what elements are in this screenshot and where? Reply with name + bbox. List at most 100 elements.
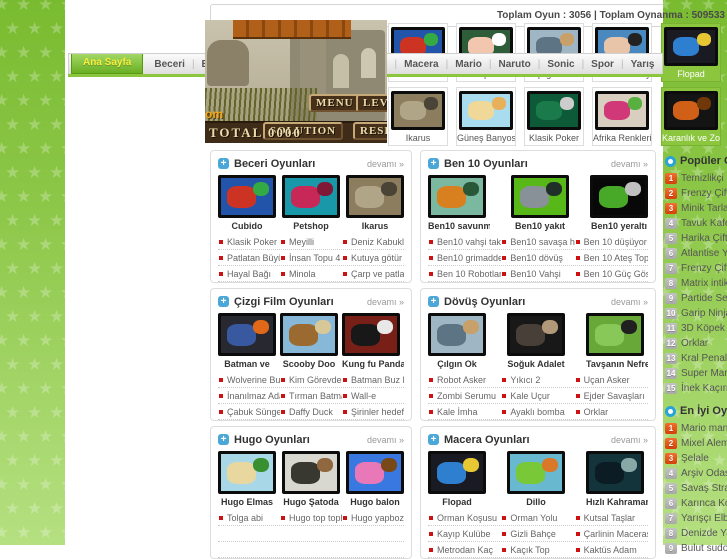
nav-item-macera[interactable]: Macera	[397, 59, 445, 70]
nav-item-spor[interactable]: Spor	[584, 59, 621, 70]
popular-games-item[interactable]: 8 Matrix intikam o	[665, 276, 727, 291]
popular-games-item[interactable]: 2 Frenzy Çiftliği o	[665, 186, 727, 201]
game-link[interactable]: Kaçık Top	[501, 545, 574, 555]
game-card[interactable]: Batman ve	[218, 313, 276, 369]
game-link[interactable]: Tırman Batman	[280, 391, 342, 401]
game-link[interactable]: Hugo top topla	[280, 513, 342, 523]
game-link[interactable]: Hugo yapboz oyu	[342, 513, 404, 523]
game-link[interactable]: Wolverine Bul ve	[218, 375, 280, 385]
game-link[interactable]: Ben 10 Robotlara	[428, 269, 501, 279]
game-preview-image[interactable]: MENU LEVELS SOLUTION RESET TOTAL 0000 om	[205, 20, 387, 143]
game-link[interactable]: Ben10 vahşi takip	[428, 237, 501, 247]
game-link[interactable]: Gizli Bahçe	[501, 529, 574, 539]
game-link[interactable]: Ben10 grimadde	[428, 253, 501, 263]
popular-games-item[interactable]: 7 Frenzy Çiftliği 3	[665, 261, 727, 276]
game-link[interactable]: Çabuk Süngerbob	[218, 407, 280, 417]
popular-games-item[interactable]: 14 Super Mario Yıl	[665, 366, 727, 381]
game-card[interactable]: Flopad	[428, 451, 486, 507]
game-link[interactable]: Ben 10 düşüyor	[575, 237, 648, 247]
game-card[interactable]: Ben10 yakıt	[511, 175, 569, 231]
game-link[interactable]: Deniz Kabukları	[342, 237, 404, 247]
best-games-item[interactable]: 6 Karınca Koru	[665, 496, 727, 511]
game-link[interactable]: Orman Koşusu	[428, 513, 501, 523]
game-link[interactable]: Kutuya götür	[342, 253, 404, 263]
game-card[interactable]: Tavşanın Nefreti	[586, 313, 648, 369]
game-card[interactable]: Hugo Şatoda	[282, 451, 340, 507]
game-card[interactable]: Petshop	[282, 175, 340, 231]
more-link[interactable]: devamı »	[611, 435, 648, 445]
best-games-item[interactable]: 3 Şelale	[665, 451, 727, 466]
more-link[interactable]: devamı »	[367, 159, 404, 169]
popular-games-item[interactable]: 5 Harika Çiftçilik	[665, 231, 727, 246]
nav-item-ana-sayfa[interactable]: Ana Sayfa	[71, 54, 144, 74]
game-link[interactable]: Meyilli	[280, 237, 342, 247]
game-link[interactable]: Kayıp Kulübe	[428, 529, 501, 539]
game-card[interactable]: Scooby Doo	[280, 313, 338, 369]
more-link[interactable]: devamı »	[367, 297, 404, 307]
game-link[interactable]: Wall-e	[342, 391, 404, 401]
game-card[interactable]: Cubido	[218, 175, 276, 231]
game-link[interactable]: Minola	[280, 269, 342, 279]
game-link[interactable]: Tolga abi	[218, 513, 280, 523]
game-link[interactable]: Kale Uçur	[501, 391, 574, 401]
game-link[interactable]: Ben10 dövüş	[501, 253, 574, 263]
strip-game-cell[interactable]: Afrika Renkleri	[592, 87, 652, 146]
more-link[interactable]: devamı »	[611, 159, 648, 169]
game-card[interactable]: Dillo	[507, 451, 565, 507]
best-games-item[interactable]: 4 Arşiv Odası	[665, 466, 727, 481]
game-link[interactable]: Şirinler hedefte	[342, 407, 404, 417]
game-link[interactable]: Kim Görevde	[280, 375, 342, 385]
game-card[interactable]: Ben10 savunma	[428, 175, 490, 231]
game-link[interactable]: İnsan Topu 4	[280, 253, 342, 263]
strip-game-cell[interactable]: Güneş Banyosu	[456, 87, 516, 146]
game-card[interactable]: Hugo balon	[346, 451, 404, 507]
nav-item-naruto[interactable]: Naruto	[491, 59, 537, 70]
game-link[interactable]: Patlatan Büyü	[218, 253, 280, 263]
best-games-item[interactable]: 2 Mixel Alemi	[665, 436, 727, 451]
game-link[interactable]: Robot Asker	[428, 375, 501, 385]
game-link[interactable]: Çarp ve patlat	[342, 269, 404, 279]
nav-item-yarış[interactable]: Yarış	[624, 59, 662, 70]
popular-games-item[interactable]: 6 Atlantise Yolcul	[665, 246, 727, 261]
nav-item-sonic[interactable]: Sonic	[540, 59, 581, 70]
game-card[interactable]: Hızlı Kahraman	[586, 451, 648, 507]
game-card[interactable]: Ben10 yeraltı	[590, 175, 648, 231]
game-link[interactable]: Batman Buz Devri	[342, 375, 404, 385]
best-games-item[interactable]: 9Bulut sudoku	[665, 541, 727, 556]
popular-games-item[interactable]: 10 Garip Ninja oyu	[665, 306, 727, 321]
popular-games-item[interactable]: 4 Tavuk Kafesi oy	[665, 216, 727, 231]
more-link[interactable]: devamı »	[367, 435, 404, 445]
best-games-item[interactable]: 5 Savaş Stratejisi	[665, 481, 727, 496]
game-link[interactable]: Orman Yolu	[501, 513, 574, 523]
game-link[interactable]: Ben 10 Ateş Topu	[575, 253, 648, 263]
game-link[interactable]: Metrodan Kaç	[428, 545, 501, 555]
best-games-item[interactable]: 8 Denizde Yangın	[665, 526, 727, 541]
strip-game-cell[interactable]: Karanlık ve Zorlu	[661, 87, 721, 146]
game-link[interactable]: Orklar	[575, 407, 648, 417]
game-link[interactable]: Ejder Savaşları	[575, 391, 648, 401]
game-link[interactable]: Kaktüs Adam	[575, 545, 648, 555]
game-card[interactable]: Çılgın Ok	[428, 313, 486, 369]
strip-game-cell[interactable]: Flopad	[661, 23, 721, 82]
game-card[interactable]: Kung fu Panda	[342, 313, 404, 369]
game-link[interactable]: Hayal Bağı	[218, 269, 280, 279]
popular-games-item[interactable]: 3 Minik Tarla oyu	[665, 201, 727, 216]
game-link[interactable]: İnanılmaz Adam	[218, 391, 280, 401]
popular-games-item[interactable]: 13 Kral Penaltı oyu	[665, 351, 727, 366]
nav-item-beceri[interactable]: Beceri	[147, 59, 192, 70]
game-link[interactable]: Ayaklı bomba	[501, 407, 574, 417]
game-card[interactable]: Hugo Elmas	[218, 451, 276, 507]
best-games-item[interactable]: 1 Mario mantar to	[665, 421, 727, 436]
strip-game-cell[interactable]: Klasik Poker	[524, 87, 584, 146]
game-link[interactable]: Kale İmha	[428, 407, 501, 417]
best-games-item[interactable]: 7 Yarışçı Elbisele	[665, 511, 727, 526]
popular-games-item[interactable]: 15 İnek Kaçırmaca	[665, 381, 727, 396]
game-link[interactable]: Ben10 savaşa haz	[501, 237, 575, 247]
popular-games-item[interactable]: 1 Temizlikçi Kadın	[665, 171, 727, 186]
game-link[interactable]: Yıkıcı 2	[501, 375, 574, 385]
game-card[interactable]: Ikarus	[346, 175, 404, 231]
popular-games-item[interactable]: 11 3D Köpek Tram	[665, 321, 727, 336]
more-link[interactable]: devamı »	[611, 297, 648, 307]
nav-item-mario[interactable]: Mario	[448, 59, 489, 70]
game-link[interactable]: Ben10 Vahşi	[501, 269, 574, 279]
